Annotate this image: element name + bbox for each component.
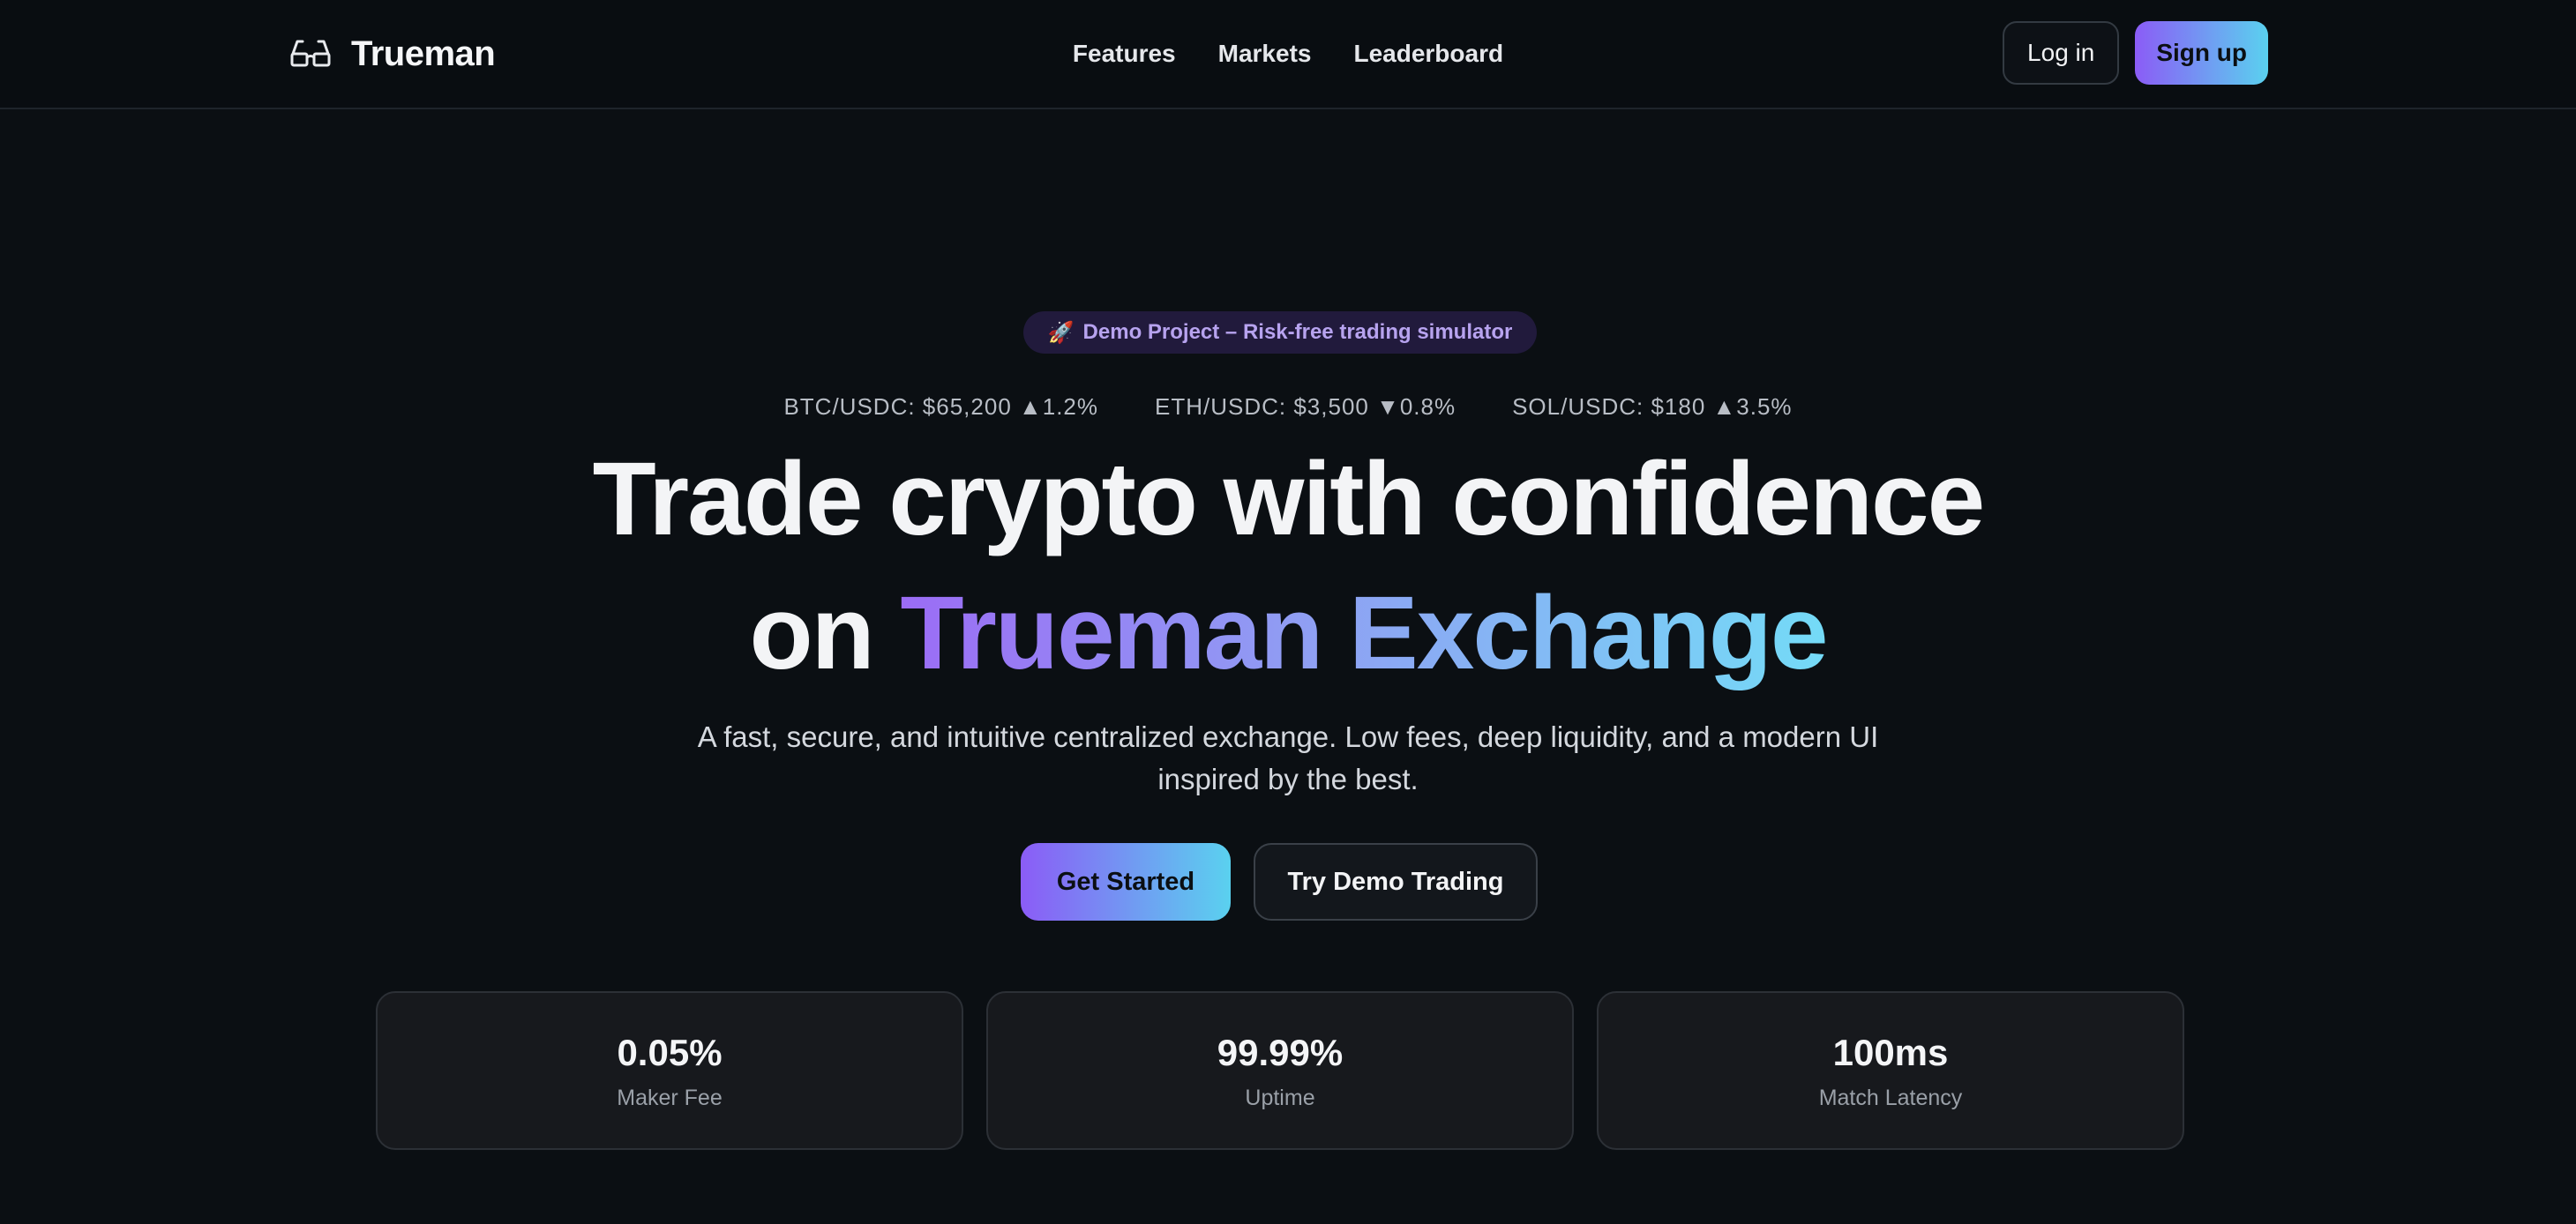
try-demo-trading-button[interactable]: Try Demo Trading <box>1254 843 1538 921</box>
get-started-button[interactable]: Get Started <box>1021 843 1231 921</box>
auth-buttons: Log in Sign up <box>2003 21 2268 85</box>
brand-name: Trueman <box>351 34 496 73</box>
stat-label: Maker Fee <box>617 1085 723 1110</box>
ticker-item-sol: SOL/USDC: $180 ▲3.5% <box>1512 393 1793 420</box>
nav-link-leaderboard[interactable]: Leaderboard <box>1353 40 1503 68</box>
headline-line-1: Trade crypto with confidence <box>592 441 1986 557</box>
stat-card-uptime: 99.99% Uptime <box>986 991 1574 1150</box>
signup-button[interactable]: Sign up <box>2135 21 2268 85</box>
headline-line-2-prefix: on <box>749 575 901 691</box>
stat-card-maker-fee: 0.05% Maker Fee <box>376 991 963 1150</box>
rocket-icon: 🚀 <box>1047 320 1075 345</box>
headline-highlight: Trueman Exchange <box>900 575 1828 691</box>
stats-row: 0.05% Maker Fee 99.99% Uptime 100ms Matc… <box>376 991 2184 1150</box>
hero-headline: Trade crypto with confidence on Trueman … <box>0 432 2576 700</box>
glasses-icon <box>290 40 331 67</box>
top-navbar: Trueman Features Markets Leaderboard Log… <box>0 0 2576 109</box>
price-ticker: BTC/USDC: $65,200 ▲1.2% ETH/USDC: $3,500… <box>0 393 2576 421</box>
stat-value: 99.99% <box>1217 1031 1344 1073</box>
hero-subtext: A fast, secure, and intuitive centralize… <box>697 720 1879 795</box>
stat-value: 0.05% <box>617 1031 723 1073</box>
cta-group: Get Started Try Demo Trading <box>1021 843 1538 921</box>
landing-page: Trueman Features Markets Leaderboard Log… <box>0 0 2576 1224</box>
login-button[interactable]: Log in <box>2003 21 2120 85</box>
demo-project-badge: 🚀 Demo Project – Risk-free trading simul… <box>1023 311 1537 354</box>
stat-label: Uptime <box>1245 1085 1315 1110</box>
ticker-item-eth: ETH/USDC: $3,500 ▼0.8% <box>1155 393 1456 420</box>
stat-card-match-latency: 100ms Match Latency <box>1597 991 2184 1150</box>
nav-link-markets[interactable]: Markets <box>1218 40 1312 68</box>
brand-logo-link[interactable]: Trueman <box>289 26 496 81</box>
stat-label: Match Latency <box>1818 1085 1963 1110</box>
ticker-item-btc: BTC/USDC: $65,200 ▲1.2% <box>783 393 1098 420</box>
stat-value: 100ms <box>1832 1031 1949 1073</box>
badge-text: Demo Project – Risk-free trading simulat… <box>1082 320 1513 344</box>
nav-link-features[interactable]: Features <box>1073 40 1176 68</box>
